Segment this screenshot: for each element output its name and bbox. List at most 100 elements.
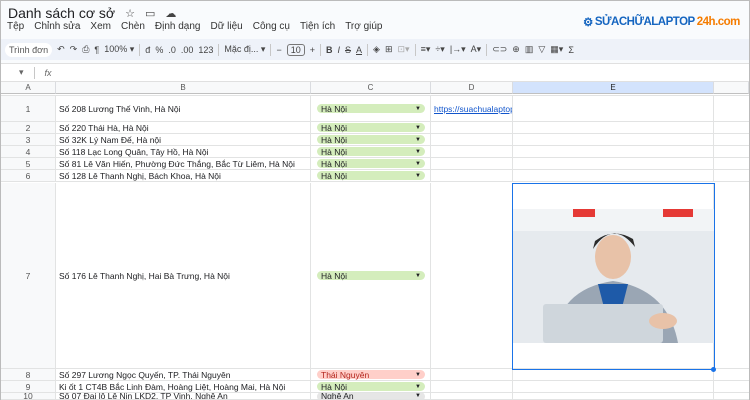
address-cell[interactable]: Số 297 Lương Ngọc Quyến, TP. Thái Nguyên	[56, 369, 311, 380]
city-dropdown-chip[interactable]: Hà Nội ▼	[317, 104, 425, 114]
city-dropdown-chip[interactable]: Hà Nội ▼	[317, 135, 425, 145]
city-cell[interactable]: Hà Nội ▼	[311, 134, 431, 145]
menu-search[interactable]: Trình đơn	[5, 42, 53, 57]
formula-input[interactable]	[62, 66, 749, 80]
zoom-select[interactable]: 100% ▾	[104, 44, 134, 55]
increase-decimal-button[interactable]: .00	[181, 45, 194, 55]
link-cell[interactable]	[431, 369, 513, 380]
city-cell[interactable]: Hà Nội ▼	[311, 381, 431, 392]
comment-icon[interactable]: ⊕	[512, 44, 520, 55]
link-cell[interactable]	[431, 158, 513, 169]
doc-title[interactable]: Danh sách cơ sở	[8, 5, 115, 21]
strikethrough-button[interactable]: S	[345, 45, 351, 55]
city-dropdown-chip[interactable]: Hà Nội ▼	[317, 171, 425, 181]
fill-color-icon[interactable]: ◈	[373, 44, 380, 55]
name-box-dropdown[interactable]: ▾	[19, 67, 24, 78]
row-number[interactable]: 5	[1, 158, 56, 169]
city-dropdown-chip[interactable]: Thái Nguyên ▼	[317, 370, 425, 380]
column-header[interactable]: B	[56, 82, 311, 94]
merge-cells-icon[interactable]: ⊡▾	[398, 44, 410, 55]
city-dropdown-chip[interactable]: Hà Nội ▼	[317, 271, 425, 281]
star-icon[interactable]: ☆	[125, 7, 135, 20]
city-dropdown-chip[interactable]: Hà Nội ▼	[317, 147, 425, 157]
cell[interactable]	[513, 170, 714, 181]
column-header[interactable]: A	[1, 82, 56, 94]
row-number[interactable]: 9	[1, 381, 56, 392]
font-size-increase[interactable]: +	[310, 45, 315, 55]
column-header[interactable]: E	[513, 82, 714, 94]
row-number[interactable]: 7	[1, 183, 56, 368]
text-rotate-icon[interactable]: A▾	[471, 44, 482, 55]
resize-handle[interactable]	[711, 367, 716, 372]
borders-icon[interactable]: ⊞	[385, 44, 393, 55]
city-cell[interactable]: Hà Nội ▼	[311, 146, 431, 157]
menu-item[interactable]: Tệp	[7, 21, 24, 32]
menu-item[interactable]: Trợ giúp	[345, 21, 382, 32]
italic-button[interactable]: I	[337, 45, 340, 55]
text-color-button[interactable]: A	[356, 45, 362, 55]
address-cell[interactable]: Số 128 Lê Thanh Nghị, Bách Khoa, Hà Nội	[56, 170, 311, 181]
city-cell[interactable]: Hà Nội ▼	[311, 158, 431, 169]
address-cell[interactable]: Số 32K Lý Nam Đế, Hà nội	[56, 134, 311, 145]
text-wrap-icon[interactable]: |→▾	[450, 44, 466, 55]
row-number[interactable]: 6	[1, 170, 56, 181]
cell[interactable]	[513, 158, 714, 169]
link-cell[interactable]	[431, 393, 513, 399]
menu-item[interactable]: Định dạng	[155, 21, 201, 32]
link-cell[interactable]	[431, 170, 513, 181]
city-dropdown-chip[interactable]: Hà Nội ▼	[317, 123, 425, 133]
city-cell[interactable]: Hà Nội ▼	[311, 183, 431, 368]
column-header[interactable]	[714, 82, 749, 94]
city-cell[interactable]: Nghệ An ▼	[311, 393, 431, 399]
paint-format-icon[interactable]: ¶	[94, 45, 99, 55]
currency-button[interactable]: đ	[145, 45, 150, 55]
city-dropdown-chip[interactable]: Hà Nội ▼	[317, 382, 425, 392]
address-cell[interactable]: Số 81 Lê Văn Hiến, Phường Đức Thắng, Bắc…	[56, 158, 311, 169]
cell[interactable]	[513, 369, 714, 380]
city-cell[interactable]: Hà Nội ▼	[311, 96, 431, 121]
menu-item[interactable]: Xem	[90, 21, 111, 32]
link-cell[interactable]	[431, 146, 513, 157]
cell[interactable]	[513, 96, 714, 121]
vertical-align-icon[interactable]: ÷▾	[435, 44, 444, 55]
menu-item[interactable]: Chèn	[121, 21, 145, 32]
number-format-button[interactable]: 123	[198, 45, 213, 55]
cell[interactable]	[513, 381, 714, 392]
undo-icon[interactable]: ↶	[57, 44, 65, 55]
font-size-input[interactable]: 10	[286, 43, 305, 56]
cloud-icon[interactable]: ☁	[165, 7, 176, 20]
chart-icon[interactable]: ▥	[525, 44, 534, 55]
cell[interactable]	[513, 134, 714, 145]
city-cell[interactable]: Thái Nguyên ▼	[311, 369, 431, 380]
menu-item[interactable]: Công cụ	[253, 21, 290, 32]
font-select[interactable]: Mặc đị... ▾	[224, 44, 265, 55]
row-number[interactable]: 10	[1, 393, 56, 399]
filter-icon[interactable]: ▽	[538, 44, 545, 55]
column-header[interactable]: C	[311, 82, 431, 94]
menu-item[interactable]: Dữ liệu	[210, 21, 242, 32]
align-icon[interactable]: ≡▾	[421, 44, 431, 55]
row-number[interactable]: 3	[1, 134, 56, 145]
link[interactable]: https://suachualaptop24	[434, 104, 512, 114]
row-number[interactable]: 1	[1, 96, 56, 121]
percent-button[interactable]: %	[155, 45, 163, 55]
menu-item[interactable]: Tiện ích	[300, 21, 335, 32]
city-cell[interactable]: Hà Nội ▼	[311, 170, 431, 181]
redo-icon[interactable]: ↷	[70, 44, 78, 55]
cell[interactable]	[513, 122, 714, 133]
city-dropdown-chip[interactable]: Hà Nội ▼	[317, 159, 425, 169]
row-number[interactable]: 8	[1, 369, 56, 380]
row-number[interactable]: 4	[1, 146, 56, 157]
print-icon[interactable]: ⎙	[82, 44, 89, 55]
row-number[interactable]: 2	[1, 122, 56, 133]
address-cell[interactable]: Số 220 Thái Hà, Hà Nội	[56, 122, 311, 133]
address-cell[interactable]: Số 176 Lê Thanh Nghị, Hai Bà Trưng, Hà N…	[56, 183, 311, 368]
link-cell[interactable]: https://suachualaptop24	[431, 96, 513, 121]
link-cell[interactable]	[431, 134, 513, 145]
link-cell[interactable]	[431, 381, 513, 392]
address-cell[interactable]: Số 07 Đại lộ Lê Nin LKD2, TP Vinh, Nghệ …	[56, 393, 311, 399]
filter-views-icon[interactable]: ▦▾	[550, 44, 563, 55]
city-cell[interactable]: Hà Nội ▼	[311, 122, 431, 133]
link-icon[interactable]: ⊂⊃	[492, 44, 507, 55]
column-header[interactable]: D	[431, 82, 513, 94]
